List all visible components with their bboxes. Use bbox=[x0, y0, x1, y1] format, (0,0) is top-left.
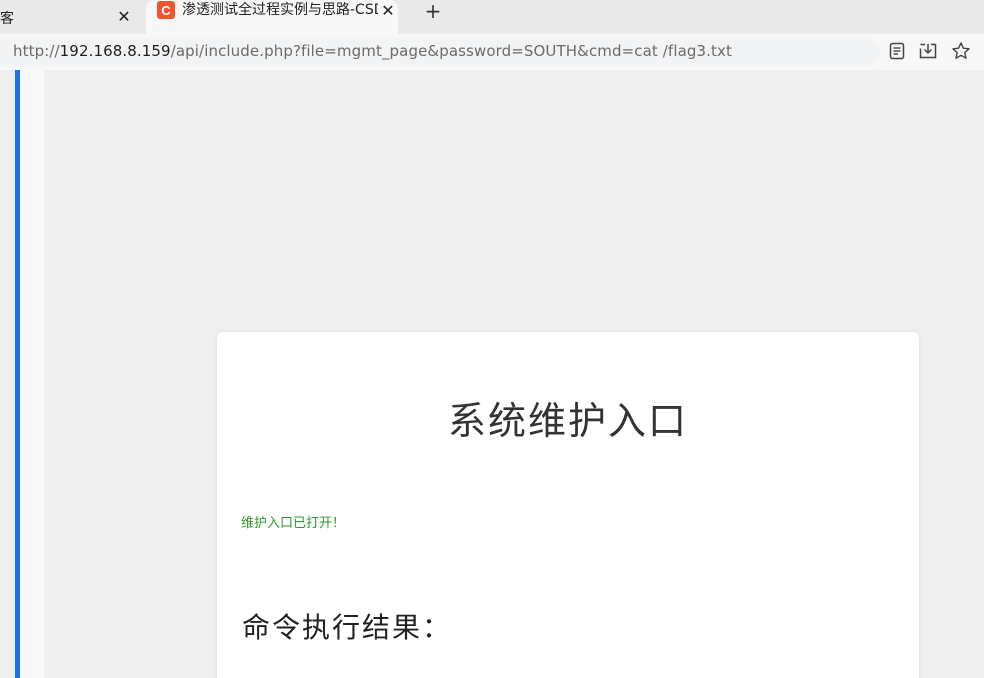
result-heading: 命令执行结果： bbox=[242, 611, 453, 644]
tab-label: 博客 bbox=[0, 11, 14, 27]
url-path: /api/include.php?file=mgmt_page&password… bbox=[170, 42, 732, 60]
url-scheme: http:// bbox=[13, 42, 60, 60]
side-strip bbox=[20, 70, 44, 678]
maintenance-card: 系统维护入口 维护入口已打开！ 命令执行结果： bbox=[217, 332, 919, 678]
close-tab-icon[interactable]: ✕ bbox=[378, 0, 398, 20]
browser-toolbar: http://192.168.8.159/api/include.php?fil… bbox=[0, 34, 984, 70]
csdn-favicon-icon: C bbox=[157, 1, 175, 19]
page-viewport: 系统维护入口 维护入口已打开！ 命令执行结果： bbox=[0, 70, 984, 678]
reader-mode-icon[interactable] bbox=[887, 41, 907, 61]
close-tab-icon[interactable]: ✕ bbox=[114, 6, 134, 26]
page-title: 系统维护入口 bbox=[447, 399, 688, 443]
tab-strip: 博客 ✕ C 渗透测试全过程实例与思路-CSDN ✕ + bbox=[0, 0, 984, 34]
download-icon[interactable] bbox=[918, 41, 938, 61]
tab-csdn[interactable]: C 渗透测试全过程实例与思路-CSDN ✕ bbox=[146, 0, 398, 34]
bookmark-star-icon[interactable] bbox=[951, 41, 971, 61]
new-tab-button[interactable]: + bbox=[421, 0, 445, 23]
url-host: 192.168.8.159 bbox=[59, 42, 171, 60]
status-message: 维护入口已打开！ bbox=[241, 516, 346, 531]
tab-label: 渗透测试全过程实例与思路-CSDN bbox=[182, 2, 378, 18]
url-text[interactable]: http://192.168.8.159/api/include.php?fil… bbox=[13, 42, 732, 60]
address-bar[interactable]: http://192.168.8.159/api/include.php?fil… bbox=[0, 37, 880, 67]
tab-blog[interactable]: 博客 ✕ bbox=[0, 0, 145, 34]
